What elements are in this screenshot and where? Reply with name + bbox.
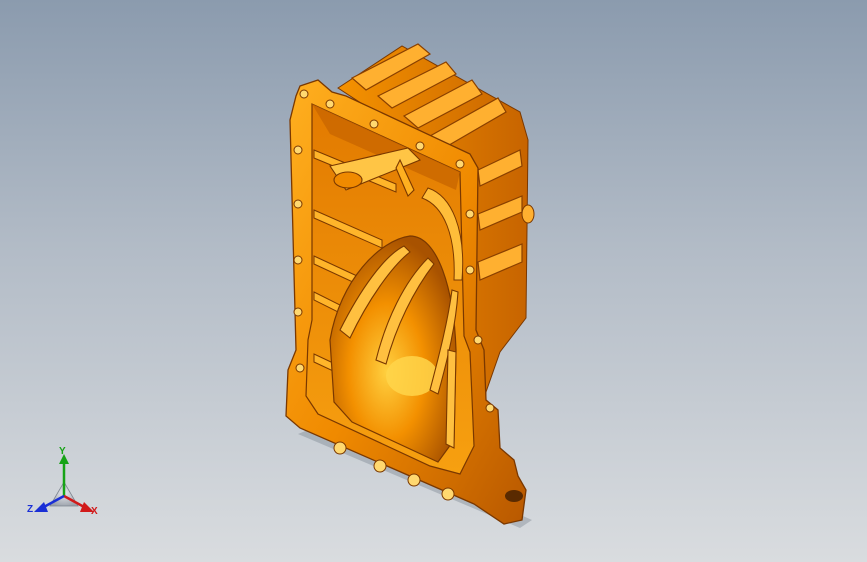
triad-graphic — [34, 454, 94, 512]
axis-triad: Y X Z — [22, 446, 112, 526]
x-axis-label: X — [91, 506, 98, 517]
oil-pan-model[interactable] — [0, 0, 867, 562]
y-axis-label: Y — [59, 446, 66, 457]
side-boss — [521, 204, 535, 224]
graphics-viewport[interactable]: Y X Z — [0, 0, 867, 562]
z-axis-arrow — [34, 502, 48, 512]
mount-ear-hole — [505, 490, 523, 502]
z-axis-label: Z — [27, 504, 34, 515]
